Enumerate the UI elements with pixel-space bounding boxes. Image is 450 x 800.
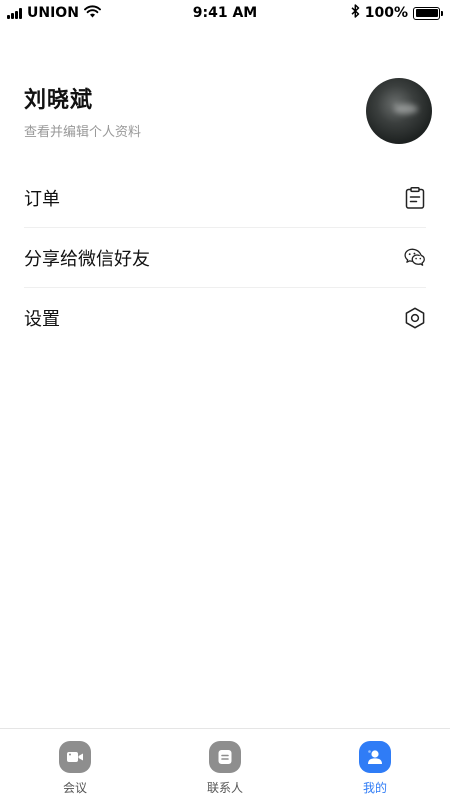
status-left: UNION [7,4,101,22]
tab-mine[interactable]: 我的 [300,729,450,800]
wifi-icon [83,4,101,22]
avatar[interactable] [366,78,432,144]
tab-meetings[interactable]: 会议 [0,729,150,800]
battery-icon [413,6,443,20]
menu-item-label: 订单 [24,188,60,210]
menu-item-label: 设置 [24,309,60,330]
contacts-icon [209,741,241,773]
menu-list: 订单 分享给微信好友 设置 [24,168,426,348]
profile-header[interactable]: 刘晓斌 查看并编辑个人资料 [24,76,432,146]
tab-contacts[interactable]: 联系人 [150,729,300,800]
video-camera-icon [59,741,91,773]
tab-bar: 会议 联系人 我的 [0,728,450,800]
clipboard-icon [404,186,426,209]
menu-item-settings[interactable]: 设置 [24,288,426,348]
profile-icon [359,741,391,773]
profile-name: 刘晓斌 [24,88,94,113]
menu-item-label: 分享给微信好友 [24,248,150,270]
profile-text: 刘晓斌 查看并编辑个人资料 [24,82,141,140]
status-right: 100% [351,4,443,22]
menu-item-share-wechat[interactable]: 分享给微信好友 [24,228,426,288]
settings-hexagon-icon [404,307,426,329]
carrier-label: UNION [27,5,79,21]
status-bar: UNION 9:41 AM 100% [0,0,450,26]
tab-label: 会议 [62,781,87,795]
tab-label: 我的 [362,781,387,795]
wechat-icon [404,247,426,269]
battery-percent: 100% [364,5,408,21]
bluetooth-icon [351,4,360,22]
signal-icon [7,7,22,19]
menu-item-orders[interactable]: 订单 [24,168,426,228]
profile-subtitle[interactable]: 查看并编辑个人资料 [24,121,141,140]
tab-label: 联系人 [206,781,243,795]
